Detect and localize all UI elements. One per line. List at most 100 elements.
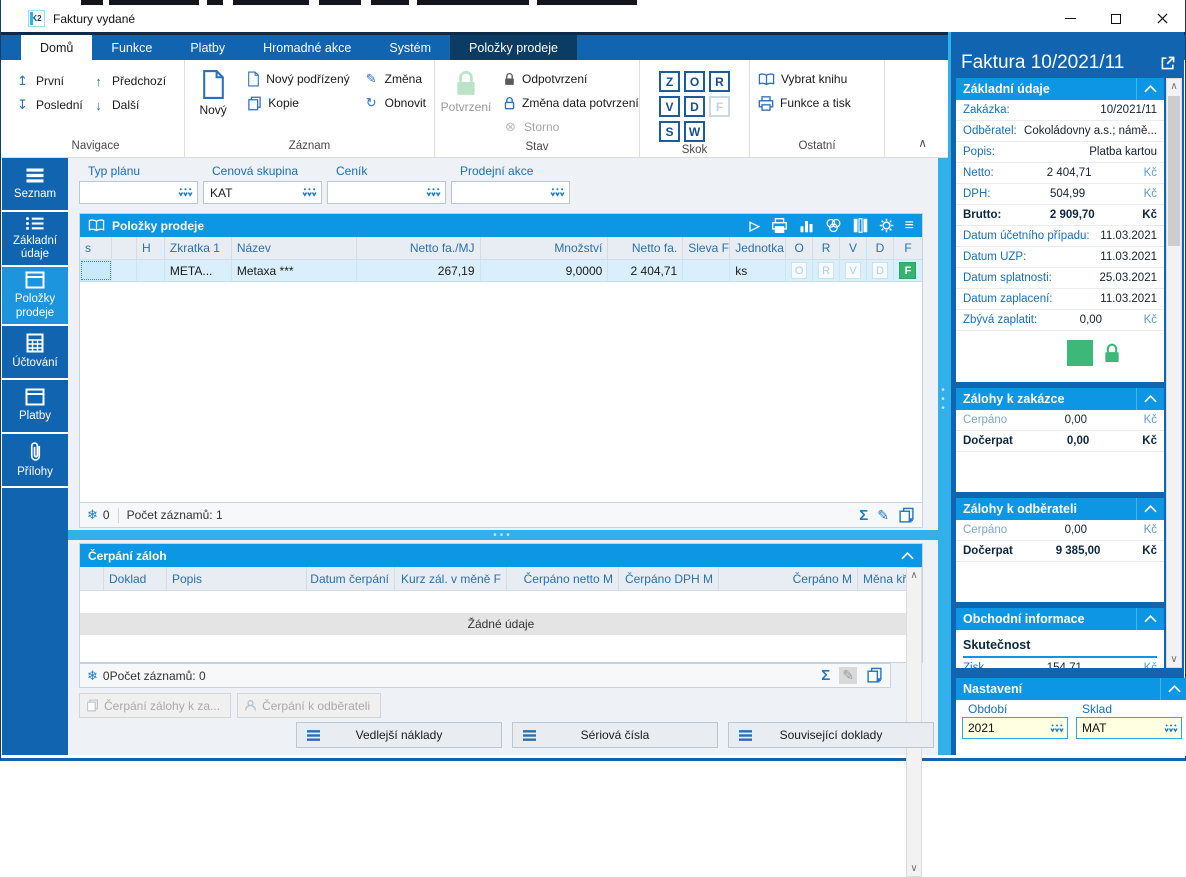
column-header[interactable]: Měna kř. — [858, 567, 908, 590]
collapse-icon[interactable] — [1168, 685, 1181, 693]
new-button[interactable]: Nový — [191, 67, 235, 138]
jump-key-w[interactable]: W — [684, 121, 705, 142]
close-button[interactable] — [1139, 5, 1185, 32]
collapse-icon[interactable] — [901, 552, 914, 560]
change-confirm-date-button[interactable]: Změna data potvrzení — [501, 91, 641, 115]
storno-button[interactable]: ⊗ Storno — [501, 115, 641, 139]
confirm-button[interactable]: Potvrzení — [441, 67, 491, 139]
tab-domu[interactable]: Domů — [21, 35, 93, 60]
column-header[interactable]: Popis — [167, 567, 307, 590]
prodejni-akce-dropdown[interactable] — [451, 181, 570, 204]
column-header[interactable]: s — [80, 237, 112, 259]
column-header[interactable]: Doklad — [104, 567, 167, 590]
maximize-button[interactable] — [1093, 5, 1139, 32]
new-child-button[interactable]: Nový podřízený — [245, 67, 351, 91]
doc-add-icon[interactable] — [866, 667, 883, 684]
cerpani-k-odberateli-button[interactable]: Čerpání k odběrateli — [237, 693, 382, 718]
ribbon-collapse-button[interactable]: ∧ — [918, 136, 927, 150]
open-external-icon[interactable] — [1160, 55, 1176, 71]
copy-button[interactable]: Kopie — [245, 91, 351, 115]
sidebar-item-seznam[interactable]: Seznam — [2, 158, 68, 212]
column-header[interactable]: Zkratka 1 — [165, 237, 232, 259]
section-header[interactable]: Základní údaje — [956, 78, 1164, 100]
first-button[interactable]: ↥ První — [13, 69, 89, 93]
jump-key-f[interactable]: F — [709, 96, 730, 117]
tab-platby[interactable]: Platby — [171, 35, 244, 60]
scroll-up-icon[interactable]: ∧ — [1168, 79, 1180, 94]
gear-icon[interactable] — [879, 218, 894, 233]
column-header[interactable]: R — [813, 237, 841, 259]
tab-funkce[interactable]: Funkce — [92, 35, 171, 60]
column-header[interactable]: Čerpáno M — [719, 567, 858, 590]
horizontal-splitter[interactable]: ••• — [68, 530, 938, 541]
tab-hromadne-akce[interactable]: Hromadné akce — [244, 35, 370, 60]
functions-print-button[interactable]: Funkce a tisk — [756, 91, 853, 115]
tab-system[interactable]: Systém — [370, 35, 450, 60]
last-button[interactable]: ↧ Poslední — [13, 93, 89, 117]
column-header[interactable]: Datum čerpání — [307, 567, 395, 590]
sidebar-item-uctovani[interactable]: Účtování — [2, 326, 68, 380]
souvisejici-doklady-button[interactable]: Související doklady — [728, 722, 934, 748]
column-header[interactable]: Množství — [481, 237, 609, 259]
columns-icon[interactable] — [853, 218, 868, 233]
column-header[interactable]: O — [786, 237, 814, 259]
column-header[interactable]: D — [867, 237, 894, 259]
jump-key-s[interactable]: S — [659, 121, 680, 142]
sidebar-item-polozky-prodeje[interactable]: Položky prodeje — [2, 267, 68, 326]
collapse-icon[interactable] — [1144, 615, 1157, 623]
run-icon[interactable]: ▷ — [750, 218, 760, 234]
cerpani-zalohy-k-zakazce-button[interactable]: Čerpání zálohy k za... — [79, 693, 232, 718]
scroll-down-icon[interactable]: ∨ — [907, 861, 921, 876]
scroll-up-icon[interactable]: ∧ — [907, 568, 921, 583]
scroll-thumb[interactable] — [1168, 96, 1180, 246]
tab-polozky-prodeje[interactable]: Položky prodeje — [450, 35, 577, 60]
jump-key-z[interactable]: Z — [659, 71, 680, 92]
doc-add-icon[interactable] — [898, 507, 915, 524]
sidebar-item-prilohy[interactable]: Přílohy — [2, 434, 68, 488]
venn-icon[interactable] — [825, 218, 842, 233]
column-header[interactable]: F — [894, 237, 922, 259]
sum-icon[interactable]: Σ — [821, 667, 830, 684]
change-button[interactable]: ✎ Změna — [362, 67, 428, 91]
column-header[interactable]: Čerpáno netto M — [507, 567, 619, 590]
section-header[interactable]: Obchodní informace — [956, 608, 1164, 630]
next-button[interactable]: ↓ Další — [89, 93, 173, 117]
section-header[interactable]: Zálohy k odběrateli — [956, 498, 1164, 520]
jump-key-o[interactable]: O — [684, 71, 705, 92]
vedlejsi-naklady-button[interactable]: Vedlejší náklady — [296, 722, 502, 748]
previous-button[interactable]: ↑ Předchozí — [89, 69, 173, 93]
print-icon[interactable] — [771, 218, 788, 233]
column-header[interactable] — [112, 237, 137, 259]
typ-planu-dropdown[interactable] — [79, 181, 198, 204]
edit-icon[interactable]: ✎ — [877, 507, 889, 524]
sidebar-item-zakladni-udaje[interactable]: Základní údaje — [2, 212, 68, 268]
seriova-cisla-button[interactable]: Sériová čísla — [512, 722, 718, 748]
jump-key-d[interactable]: D — [684, 96, 705, 117]
column-header[interactable]: Jednotka — [730, 237, 787, 259]
unconfirm-button[interactable]: Odpotvrzení — [501, 67, 641, 91]
column-header[interactable]: Netto fa./MJ — [357, 237, 481, 259]
detail-panel-scrollbar[interactable]: ∧ ∨ — [1166, 78, 1182, 668]
sum-icon[interactable]: Σ — [859, 507, 868, 524]
column-header[interactable]: Název — [232, 237, 357, 259]
cenik-dropdown[interactable] — [327, 181, 446, 204]
column-header[interactable]: Čerpáno DPH M — [619, 567, 719, 590]
jump-key-v[interactable]: V — [659, 96, 680, 117]
collapse-icon[interactable] — [1144, 505, 1157, 513]
section-header[interactable]: Zálohy k zakázce — [956, 388, 1164, 410]
edit-icon[interactable]: ✎ — [839, 667, 857, 684]
menu-icon[interactable]: ≡ — [905, 217, 914, 235]
minimize-button[interactable] — [1047, 5, 1093, 32]
collapse-icon[interactable] — [1144, 85, 1157, 93]
scroll-down-icon[interactable]: ∨ — [1167, 652, 1181, 667]
obdobi-dropdown[interactable]: 2021 — [962, 717, 1068, 739]
section-header[interactable]: Nastavení — [956, 678, 1186, 700]
sidebar-item-platby[interactable]: Platby — [2, 380, 68, 434]
column-header[interactable]: Sleva F — [683, 237, 731, 259]
column-header[interactable]: Kurz zál. v měně F — [395, 567, 507, 590]
column-header[interactable]: Netto fa. — [608, 237, 684, 259]
column-header[interactable]: H — [137, 237, 165, 259]
column-header[interactable]: V — [840, 237, 868, 259]
jump-key-r[interactable]: R — [709, 71, 730, 92]
chart-icon[interactable] — [799, 218, 814, 233]
